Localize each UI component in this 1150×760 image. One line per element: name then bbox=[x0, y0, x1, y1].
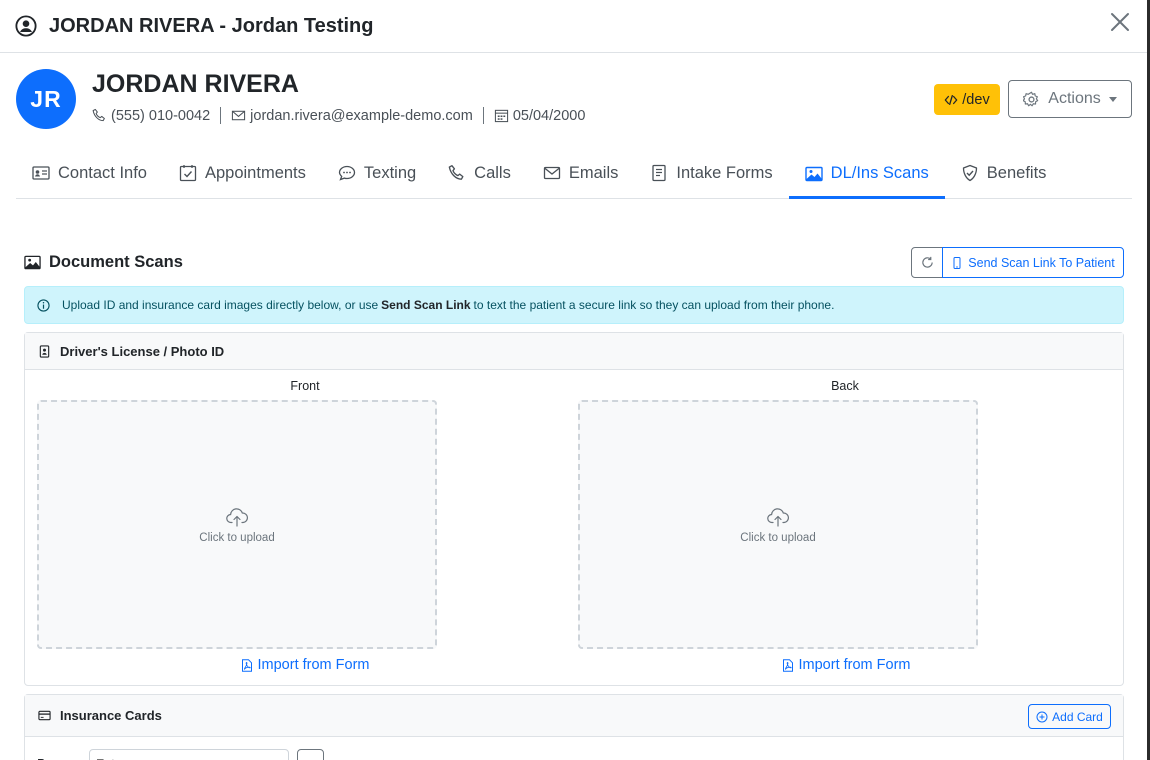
avatar: JR bbox=[16, 69, 76, 129]
credit-card-icon bbox=[38, 710, 51, 721]
tab-benefits[interactable]: Benefits bbox=[945, 148, 1063, 198]
add-card-button[interactable]: Add Card bbox=[1028, 704, 1111, 729]
file-pdf-icon bbox=[782, 658, 793, 672]
plus-circle-icon bbox=[1036, 711, 1048, 722]
actions-dropdown-button[interactable]: Actions bbox=[1008, 80, 1132, 118]
tab-appointments[interactable]: Appointments bbox=[163, 148, 322, 198]
phone-icon bbox=[448, 165, 464, 180]
file-text-icon bbox=[652, 164, 667, 182]
file-pdf-icon bbox=[241, 658, 252, 672]
tab-contact-info[interactable]: Contact Info bbox=[16, 148, 163, 198]
info-icon bbox=[37, 298, 50, 312]
tab-emails[interactable]: Emails bbox=[527, 148, 635, 198]
patient-dob: 05/04/2000 bbox=[494, 108, 585, 124]
phone-icon bbox=[92, 108, 105, 122]
divider bbox=[482, 107, 484, 124]
calendar-icon bbox=[494, 109, 508, 123]
modal-title: JORDAN RIVERA - Jordan Testing bbox=[49, 14, 374, 37]
import-front-link[interactable]: Import from Form bbox=[105, 657, 505, 673]
card-header: Insurance Cards Add Card bbox=[25, 695, 1123, 737]
insurance-cards-card: Insurance Cards Add Card Pa bbox=[24, 694, 1124, 760]
card-header: Driver's License / Photo ID bbox=[25, 333, 1123, 370]
info-alert: Upload ID and insurance card images dire… bbox=[24, 286, 1124, 324]
calendar-check-icon bbox=[179, 165, 197, 182]
user-circle-icon bbox=[15, 15, 37, 37]
patient-name: JORDAN RIVERA bbox=[92, 70, 299, 98]
patient-email: jordan.rivera@example-demo.com bbox=[231, 108, 473, 124]
chat-icon bbox=[338, 165, 356, 181]
import-back-link[interactable]: Import from Form bbox=[646, 657, 1046, 673]
insurance-row: Pa bbox=[37, 749, 324, 760]
dev-button[interactable]: /dev bbox=[934, 84, 1000, 115]
image-icon bbox=[24, 255, 41, 270]
shield-check-icon bbox=[962, 164, 977, 182]
section-title: Document Scans bbox=[24, 253, 183, 272]
send-scan-link-button[interactable]: Send Scan Link To Patient bbox=[942, 247, 1124, 278]
tab-calls[interactable]: Calls bbox=[432, 148, 527, 198]
cloud-upload-icon bbox=[767, 507, 789, 527]
code-icon bbox=[944, 94, 958, 105]
upload-back-dropzone[interactable]: Click to upload bbox=[578, 400, 978, 649]
upload-front-dropzone[interactable]: Click to upload bbox=[37, 400, 437, 649]
cloud-upload-icon bbox=[226, 507, 248, 527]
tab-dl-ins-scans[interactable]: DL/Ins Scans bbox=[788, 148, 945, 199]
drivers-license-card: Driver's License / Photo ID Front Back C… bbox=[24, 332, 1124, 686]
patient-meta: (555) 010-0042 jordan.rivera@example-dem… bbox=[92, 107, 585, 124]
image-icon bbox=[804, 166, 823, 181]
tab-intake-forms[interactable]: Intake Forms bbox=[634, 148, 788, 198]
insurance-input[interactable] bbox=[89, 749, 289, 760]
envelope-icon bbox=[543, 166, 561, 180]
chevron-down-icon bbox=[1108, 96, 1117, 102]
contact-card-icon bbox=[32, 166, 50, 180]
info-alert-bold: Send Scan Link bbox=[381, 298, 471, 312]
insurance-row-button[interactable] bbox=[297, 749, 324, 760]
gear-icon bbox=[1023, 91, 1039, 106]
tab-bar: Contact Info Appointments Texting Calls … bbox=[16, 148, 1132, 199]
mobile-phone-icon bbox=[953, 256, 961, 269]
close-icon[interactable] bbox=[1109, 11, 1131, 33]
id-badge-icon bbox=[39, 344, 50, 358]
front-label: Front bbox=[290, 379, 320, 393]
refresh-button[interactable] bbox=[911, 247, 943, 278]
modal-header: JORDAN RIVERA - Jordan Testing bbox=[0, 0, 1147, 53]
back-label: Back bbox=[831, 379, 859, 393]
divider bbox=[220, 107, 222, 124]
patient-phone: (555) 010-0042 bbox=[92, 108, 210, 124]
envelope-icon bbox=[232, 110, 246, 121]
refresh-icon bbox=[921, 256, 933, 268]
tab-texting[interactable]: Texting bbox=[322, 148, 432, 198]
